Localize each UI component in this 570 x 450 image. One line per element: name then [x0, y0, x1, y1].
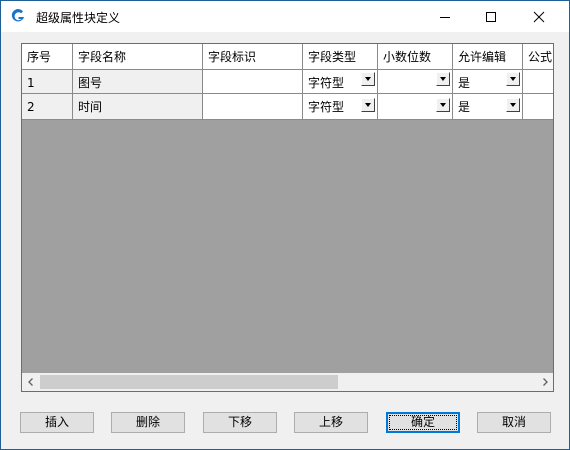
- app-logo-icon: [10, 8, 26, 24]
- row-1-index: 1: [22, 70, 73, 94]
- row-1-field-type-select[interactable]: 字符型: [303, 70, 378, 94]
- minimize-button[interactable]: [422, 1, 468, 32]
- close-button[interactable]: [516, 1, 562, 32]
- title-bar[interactable]: 超级属性块定义: [1, 1, 569, 32]
- column-header-decimals[interactable]: 小数位数: [378, 44, 453, 70]
- dropdown-arrow-icon[interactable]: [436, 98, 450, 112]
- column-header-editable[interactable]: 允许编辑: [453, 44, 523, 70]
- ok-button-label: 确定: [410, 415, 435, 429]
- row-2-field-type-select[interactable]: 字符型: [303, 94, 378, 120]
- column-header-field-id[interactable]: 字段标识: [203, 44, 303, 70]
- column-header-field-name[interactable]: 字段名称: [73, 44, 203, 70]
- move-up-button[interactable]: 上移: [294, 412, 368, 433]
- row-1-field-type-value: 字符型: [308, 76, 345, 90]
- row-1-field-id[interactable]: [203, 70, 303, 94]
- scroll-left-button[interactable]: [22, 373, 39, 391]
- row-2-field-type-value: 字符型: [308, 100, 345, 114]
- dropdown-arrow-icon[interactable]: [436, 72, 450, 86]
- column-header-index[interactable]: 序号: [22, 44, 73, 70]
- column-header-field-type[interactable]: 字段类型: [303, 44, 378, 70]
- scroll-left-arrow-icon: [28, 378, 33, 386]
- dropdown-arrow-icon[interactable]: [506, 98, 520, 112]
- row-1-field-name[interactable]: 图号: [73, 70, 203, 94]
- ok-button[interactable]: 确定: [386, 412, 460, 433]
- scroll-right-arrow-icon: [543, 378, 548, 386]
- dropdown-arrow-icon[interactable]: [361, 98, 375, 112]
- row-2-decimals-select[interactable]: [378, 94, 453, 120]
- row-1-formula[interactable]: [523, 70, 553, 94]
- scroll-right-button[interactable]: [536, 373, 553, 391]
- minimize-icon: [440, 17, 450, 18]
- horizontal-scrollbar[interactable]: [22, 373, 553, 391]
- dropdown-arrow-icon[interactable]: [361, 72, 375, 86]
- row-2-editable-select[interactable]: 是: [453, 94, 523, 120]
- row-2-formula[interactable]: [523, 94, 553, 120]
- row-1-decimals-select[interactable]: [378, 70, 453, 94]
- row-2-field-name[interactable]: 时间: [73, 94, 203, 120]
- column-header-formula[interactable]: 公式: [523, 44, 553, 70]
- delete-button[interactable]: 删除: [111, 412, 185, 433]
- dialog-window: 超级属性块定义 序号 字段名称 字段标识 字段类型 小数位数 允许编辑 公式 1: [0, 0, 570, 450]
- maximize-icon: [486, 12, 496, 22]
- scrollbar-thumb[interactable]: [40, 375, 338, 389]
- dropdown-arrow-icon[interactable]: [506, 72, 520, 86]
- cancel-button[interactable]: 取消: [477, 412, 551, 433]
- row-2-editable-value: 是: [458, 100, 471, 114]
- row-2-field-id[interactable]: [203, 94, 303, 120]
- insert-button[interactable]: 插入: [20, 412, 94, 433]
- move-down-button[interactable]: 下移: [203, 412, 277, 433]
- field-grid: 序号 字段名称 字段标识 字段类型 小数位数 允许编辑 公式 1 图号 字符型 …: [21, 43, 554, 392]
- row-2-index: 2: [22, 94, 73, 120]
- row-1-editable-value: 是: [458, 76, 471, 90]
- window-title: 超级属性块定义: [36, 11, 121, 25]
- close-icon: [533, 11, 545, 23]
- row-1-editable-select[interactable]: 是: [453, 70, 523, 94]
- maximize-button[interactable]: [468, 1, 514, 32]
